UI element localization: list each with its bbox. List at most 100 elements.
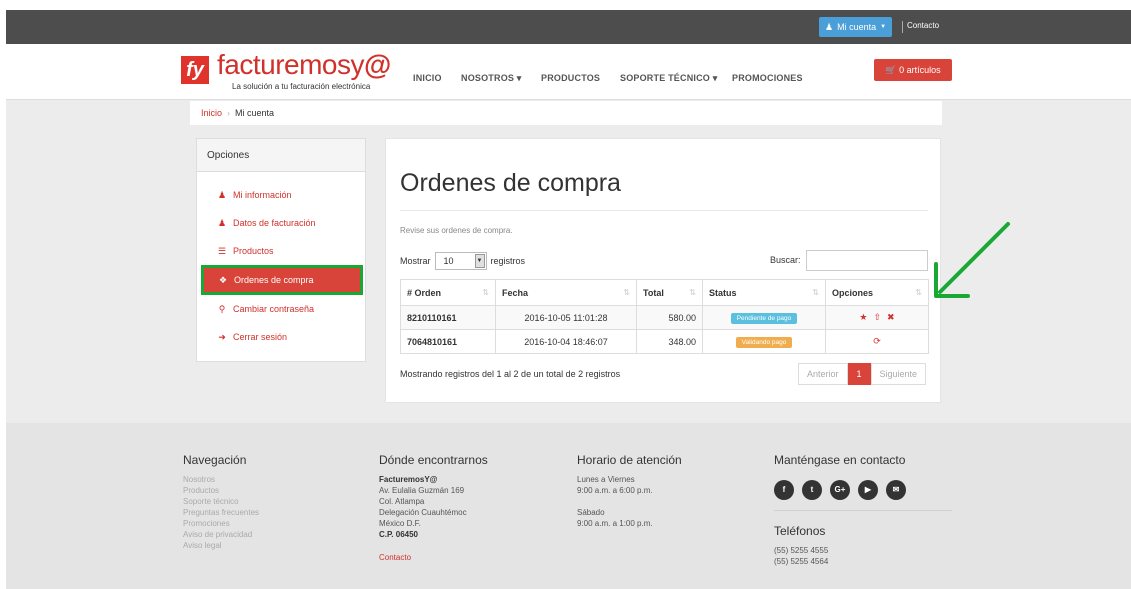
divider [902,21,903,33]
column-header-label: Status [709,287,737,298]
pagination: Anterior 1 Siguiente [798,363,927,385]
phone-number: (55) 5255 4564 [774,557,829,566]
footer-location: Dónde encontrarnos FacturemosY@ Av. Eula… [379,453,488,562]
order-total: 348.00 [636,329,703,354]
page-size-value: 10 [443,256,454,266]
logo-text-at: @ [364,49,391,80]
address-line: Col. Atlampa [379,497,425,506]
order-options: ⟳ [825,329,929,354]
footer-link[interactable]: Aviso de privacidad [183,529,259,540]
sort-icon: ⇅ [623,288,630,297]
column-header-label: Opciones [832,287,874,298]
address-line: México D.F. [379,519,421,528]
chevron-down-icon: ▼ [474,254,485,268]
column-header-label: # Orden [407,287,442,298]
column-header-opciones[interactable]: Opciones ⇅ [825,279,929,306]
sidebar-item-cerrar-sesion[interactable]: ➜ Cerrar sesión [203,324,361,350]
page-title: Ordenes de compra [400,169,621,197]
breadcrumb-home[interactable]: Inicio [201,108,222,118]
email-icon[interactable]: ✉ [886,480,906,500]
column-header-orden[interactable]: # Orden ⇅ [400,279,496,306]
phone-number: (55) 5255 4555 [774,546,829,555]
sidebar-item-label: Mi información [233,190,292,200]
logo-mark[interactable]: fy [181,56,209,84]
column-header-total[interactable]: Total ⇅ [636,279,703,306]
sidebar-item-label: Ordenes de compra [234,275,314,285]
hours-line: 9:00 a.m. a 1:00 p.m. [577,519,653,528]
order-options: ★ ⇧ ✖ [825,305,929,330]
footer-navigation: Navegación Nosotros Productos Soporte té… [183,453,259,551]
sidebar-item-datos-facturacion[interactable]: ♟ Datos de facturación [203,210,361,236]
sidebar-item-label: Productos [233,246,274,256]
user-icon: ♟ [825,22,834,32]
order-date: 2016-10-05 11:01:28 [495,305,637,330]
status-badge: Validando pago [735,336,793,348]
paypal-icon[interactable]: ★ [859,312,867,322]
sidebar: Opciones ♟ Mi información ♟ Datos de fac… [196,138,366,362]
footer-link[interactable]: Promociones [183,518,259,529]
user-icon: ♟ [217,190,227,200]
logo-text-main: facturemosy [217,49,365,80]
page-size-control: Mostrar 10 ▼ registros [400,252,525,270]
footer-link[interactable]: Nosotros [183,474,259,485]
show-label: Mostrar [400,256,431,266]
footer-link[interactable]: Soporte técnico [183,496,259,507]
footer-heading: Dónde encontrarnos [379,453,488,467]
sidebar-item-cambiar-contrasena[interactable]: ⚲ Cambiar contraseña [203,296,361,322]
pagination-next[interactable]: Siguiente [870,363,927,385]
cart-button[interactable]: 🛒 0 artículos [874,59,952,81]
facebook-icon[interactable]: f [774,480,794,500]
search-input[interactable] [806,250,928,271]
search-label: Buscar: [770,255,801,265]
logo-text[interactable]: facturemosy@ [217,50,391,80]
footer-contact: Manténgase en contacto f t G+ ▶ ✉ Teléfo… [774,453,952,567]
order-date: 2016-10-04 18:46:07 [495,329,637,354]
status-badge: Pendiente de pago [730,312,798,324]
table-row: 8210110161 2016-10-05 11:01:28 580.00 Pe… [400,305,929,330]
page-size-select[interactable]: 10 ▼ [434,252,487,270]
youtube-icon[interactable]: ▶ [858,480,878,500]
hours-line: Lunes a Viernes [577,475,635,484]
orders-panel: Ordenes de compra Revise sus ordenes de … [385,138,941,403]
account-label: Mi cuenta [837,22,877,32]
hours-line: 9:00 a.m. a 6:00 p.m. [577,486,653,495]
refresh-icon[interactable]: ⟳ [873,336,881,346]
records-label: registros [490,256,526,266]
account-button[interactable]: ♟ Mi cuenta ▼ [819,17,893,37]
nav-productos[interactable]: PRODUCTOS [541,73,600,83]
nav-promociones[interactable]: PROMOCIONES [732,73,803,83]
column-header-fecha[interactable]: Fecha ⇅ [495,279,637,306]
sidebar-item-productos[interactable]: ☰ Productos [203,238,361,264]
nav-inicio[interactable]: INICIO [413,73,442,83]
pagination-page[interactable]: 1 [847,363,871,385]
order-number: 7064810161 [400,329,496,354]
sidebar-item-mi-informacion[interactable]: ♟ Mi información [203,182,361,208]
column-header-label: Total [643,287,664,298]
records-info: Mostrando registros del 1 al 2 de un tot… [400,369,621,379]
list-icon: ☰ [217,246,227,256]
twitter-icon[interactable]: t [802,480,822,500]
footer-link[interactable]: Aviso legal [183,540,259,551]
table-header-row: # Orden ⇅ Fecha ⇅ Total ⇅ Status ⇅ Opciones ⇅ [400,279,929,306]
order-number: 8210110161 [400,305,496,330]
key-icon: ⚲ [218,304,226,314]
google-plus-icon[interactable]: G+ [830,480,850,500]
top-bar: ♟ Mi cuenta ▼ Contacto [6,10,1131,44]
upload-icon[interactable]: ⇧ [873,312,881,322]
user-icon: ♟ [217,218,227,228]
pagination-previous[interactable]: Anterior [798,363,848,385]
trash-icon[interactable]: ✖ [887,312,895,322]
footer-contact-link[interactable]: Contacto [379,553,488,562]
sort-icon: ⇅ [482,288,489,297]
nav-soporte[interactable]: SOPORTE TÉCNICO ▾ [620,73,717,84]
contact-link[interactable]: Contacto [907,21,939,30]
footer-link[interactable]: Productos [183,485,259,496]
sidebar-item-label: Cerrar sesión [233,332,288,342]
footer-link[interactable]: Preguntas frecuentes [183,507,259,518]
nav-nosotros[interactable]: NOSOTROS ▾ [461,73,522,84]
column-header-status[interactable]: Status ⇅ [702,279,826,306]
cart-label: 0 artículos [899,65,941,75]
sign-out-icon: ➜ [218,332,226,342]
header: fy facturemosy@ La solución a tu factura… [6,44,1131,100]
sidebar-item-ordenes-compra[interactable]: ❖ Ordenes de compra [201,265,363,295]
